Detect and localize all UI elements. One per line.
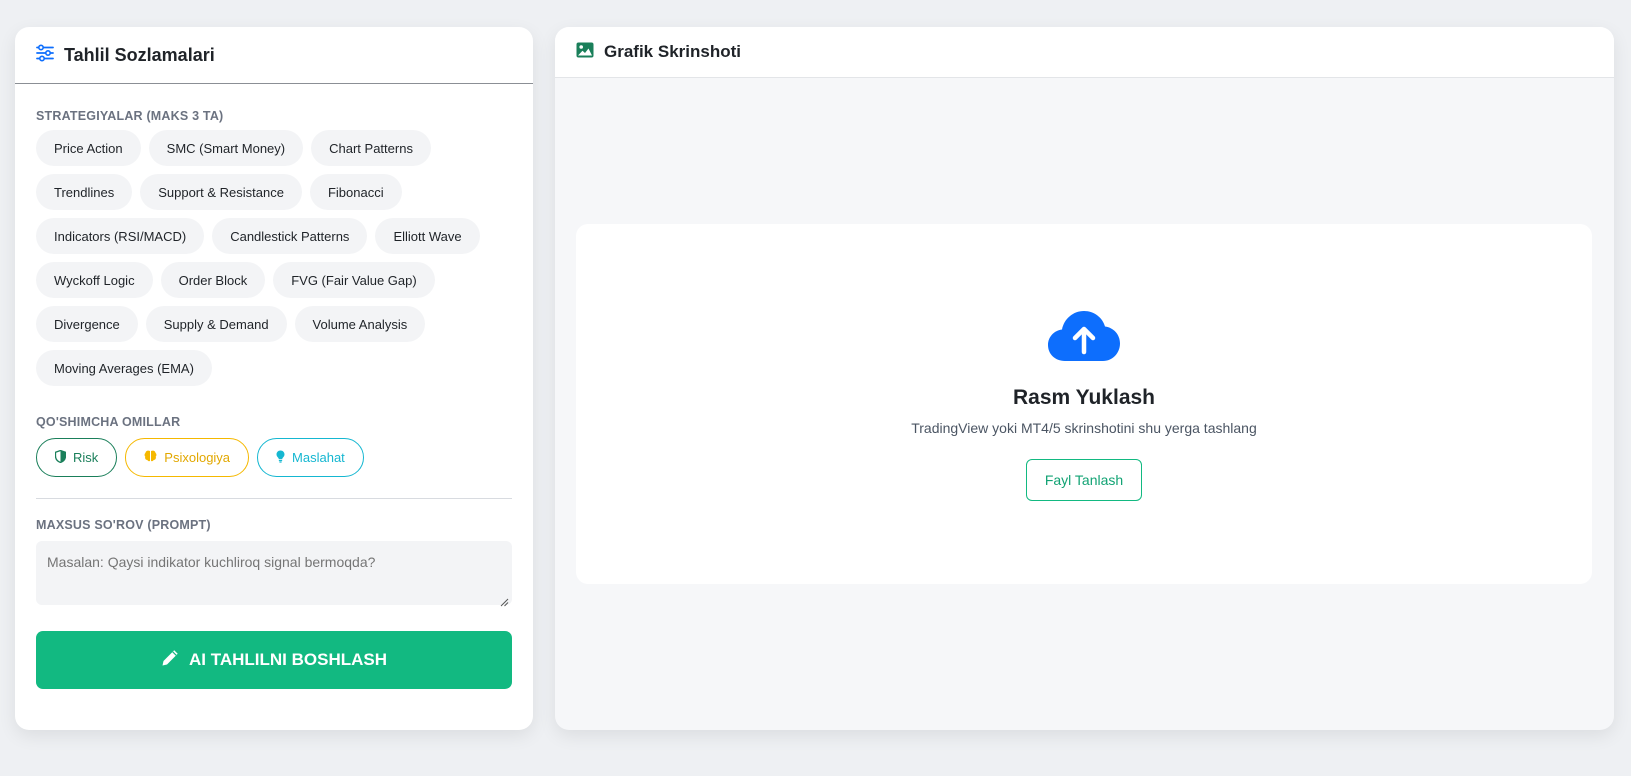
strategy-chip-chart-patterns[interactable]: Chart Patterns xyxy=(311,130,431,166)
cloud-upload-icon xyxy=(1047,310,1121,367)
strategy-chip-candlestick-patterns[interactable]: Candlestick Patterns xyxy=(212,218,368,254)
strategy-chip-supply-demand[interactable]: Supply & Demand xyxy=(145,306,287,342)
strategy-chip-fibonacci[interactable]: Fibonacci xyxy=(309,174,402,210)
section-divider xyxy=(36,498,512,499)
strategy-chip-divergence[interactable]: Divergence xyxy=(36,306,138,342)
factor-psychology-button[interactable]: Psixologiya xyxy=(125,438,250,477)
choose-file-button[interactable]: Fayl Tanlash xyxy=(1025,459,1143,501)
strategies-label: STRATEGIYALAR (MAKS 3 TA) xyxy=(36,109,224,123)
strategy-chip-support-resistance[interactable]: Support & Resistance xyxy=(140,174,302,210)
factor-risk-button[interactable]: Risk xyxy=(36,438,118,477)
factor-risk-label: Risk xyxy=(73,450,99,465)
extra-factors-label: QO'SHIMCHA OMILLAR xyxy=(36,415,181,429)
factor-psychology-label: Psixologiya xyxy=(164,450,231,465)
shield-icon xyxy=(54,449,67,466)
start-analysis-label: AI TAHLILNI BOSHLASH xyxy=(188,650,387,669)
analysis-settings-panel: Tahlil Sozlamalari STRATEGIYALAR (MAKS 3… xyxy=(15,27,533,730)
upload-title: Rasm Yuklash xyxy=(1012,386,1156,409)
screenshot-header: Grafik Skrinshoti xyxy=(555,27,1614,78)
strategy-chip-indicators[interactable]: Indicators (RSI/MACD) xyxy=(36,218,205,254)
pencil-icon xyxy=(161,649,179,672)
strategy-chip-price-action[interactable]: Price Action xyxy=(36,130,141,166)
settings-title: Tahlil Sozlamalari xyxy=(64,44,215,65)
factor-advice-label: Maslahat xyxy=(292,450,345,465)
upload-subtitle: TradingView yoki MT4/5 skrinshotini shu … xyxy=(911,420,1257,436)
strategy-chip-volume-analysis[interactable]: Volume Analysis xyxy=(294,306,426,342)
upload-drop-zone[interactable]: Rasm Yuklash TradingView yoki MT4/5 skri… xyxy=(576,224,1592,584)
strategy-chip-trendlines[interactable]: Trendlines xyxy=(36,174,133,210)
start-analysis-button[interactable]: AI TAHLILNI BOSHLASH xyxy=(36,631,512,689)
chart-screenshot-panel: Grafik Skrinshoti Rasm Yuklash TradingVi… xyxy=(555,27,1614,730)
strategy-chip-elliott-wave[interactable]: Elliott Wave xyxy=(375,218,480,254)
strategy-chip-wyckoff-logic[interactable]: Wyckoff Logic xyxy=(36,262,153,298)
screenshot-title: Grafik Skrinshoti xyxy=(604,42,741,61)
lightbulb-icon xyxy=(276,450,285,466)
strategy-chip-order-block[interactable]: Order Block xyxy=(160,262,266,298)
strategy-chips: Price Action SMC (Smart Money) Chart Pat… xyxy=(36,130,521,386)
image-icon xyxy=(576,42,594,63)
prompt-label: MAXSUS SO'ROV (PROMPT) xyxy=(36,518,211,532)
factor-advice-button[interactable]: Maslahat xyxy=(257,438,364,477)
prompt-textarea[interactable] xyxy=(36,541,512,605)
settings-header: Tahlil Sozlamalari xyxy=(15,27,533,84)
brain-icon xyxy=(144,450,157,465)
strategy-chip-moving-averages[interactable]: Moving Averages (EMA) xyxy=(36,350,212,386)
resize-grip-icon[interactable] xyxy=(499,594,509,607)
sliders-icon xyxy=(36,43,54,67)
strategy-chip-smc[interactable]: SMC (Smart Money) xyxy=(148,130,304,166)
extra-factors: Risk Psixologiya Maslahat xyxy=(36,438,512,477)
strategy-chip-fvg[interactable]: FVG (Fair Value Gap) xyxy=(273,262,435,298)
